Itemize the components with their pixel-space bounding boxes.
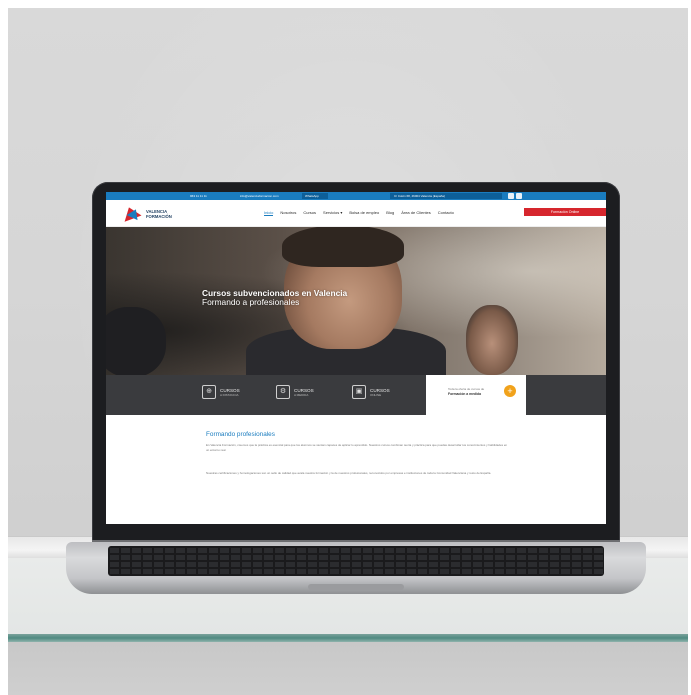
course-medida[interactable]: ⚙ CURSOS A MEDIDA [276,385,314,399]
menu-item-inicio[interactable]: Inicio [264,210,274,216]
content-section: Formando profesionales En Valencia Forma… [106,415,606,524]
formacion-online-button[interactable]: Formación Online [524,208,606,216]
glass-shelf-edge [8,634,688,642]
facebook-icon[interactable] [508,193,514,199]
course-types-strip: ⊕ CURSOS A DISTANCIA ⚙ CURSOS A MEDIDA ▣… [106,375,606,415]
card-small-text: Toda la oferta de cursos de [448,387,485,391]
menu-item-area-clientes[interactable]: Área de Clientes [401,210,431,216]
topbar-email[interactable]: info@valenciaformacion.com [240,194,279,198]
intro-paragraph: En Valencia Formación, creemos que la pr… [206,443,508,453]
formacion-medida-card[interactable]: Toda la oferta de cursos de Formación a … [426,375,526,415]
plus-icon[interactable]: + [504,385,516,397]
course-title: CURSOS [294,387,314,393]
main-menu: Inicio Nosotros Cursos Servicios ▾ Bolsa… [264,210,454,216]
hero-person-left [106,307,166,375]
laptop-screen: 963 11 11 11 info@valenciaformacion.com … [106,192,606,524]
site-logo[interactable]: VALENCIA FORMACIÓN [146,209,172,219]
photo-scene: 963 11 11 11 info@valenciaformacion.com … [8,8,688,695]
globe-icon: ⊕ [202,385,216,399]
menu-item-cursos[interactable]: Cursos [303,210,316,216]
gear-icon: ⚙ [276,385,290,399]
hero-banner: Cursos subvencionados en Valencia Forman… [106,227,606,375]
course-online[interactable]: ▣ CURSOS ONLINE [352,385,390,399]
laptop-trackpad [308,584,404,590]
menu-item-bolsa-empleo[interactable]: Bolsa de empleo [349,210,379,216]
topbar-whatsapp[interactable]: WhatsApp [305,194,319,198]
topbar-phone[interactable]: 963 11 11 11 [190,194,207,198]
monitor-icon: ▣ [352,385,366,399]
topbar-address: C/ Colón 68, 46004 Valencia (España) [394,194,445,198]
card-bold-text: Formación a medida [448,392,481,396]
section-heading: Formando profesionales [206,431,275,438]
course-subtitle: A DISTANCIA [220,392,239,397]
menu-item-servicios[interactable]: Servicios ▾ [323,210,342,216]
logo-line-2: FORMACIÓN [146,214,172,219]
course-subtitle: ONLINE [370,392,382,397]
website-navbar: VALENCIA FORMACIÓN Inicio Nosotros Curso… [106,200,606,227]
menu-item-blog[interactable]: Blog [386,210,394,216]
laptop-keyboard [108,546,604,576]
hero-person-right [466,305,518,375]
instagram-icon[interactable] [516,193,522,199]
course-title: CURSOS [220,387,240,393]
course-distancia[interactable]: ⊕ CURSOS A DISTANCIA [202,385,240,399]
certifications-paragraph: Nuestras certificaciones y homologacione… [206,471,492,475]
website-topbar: 963 11 11 11 info@valenciaformacion.com … [106,192,606,200]
menu-item-nosotros[interactable]: Nosotros [280,210,296,216]
hero-subtitle: Formando a profesionales [202,297,300,307]
menu-item-contacto[interactable]: Contacto [438,210,454,216]
course-title: CURSOS [370,387,390,393]
floor-area [8,642,688,695]
hero-person-hair [282,227,404,267]
course-subtitle: A MEDIDA [294,392,309,397]
